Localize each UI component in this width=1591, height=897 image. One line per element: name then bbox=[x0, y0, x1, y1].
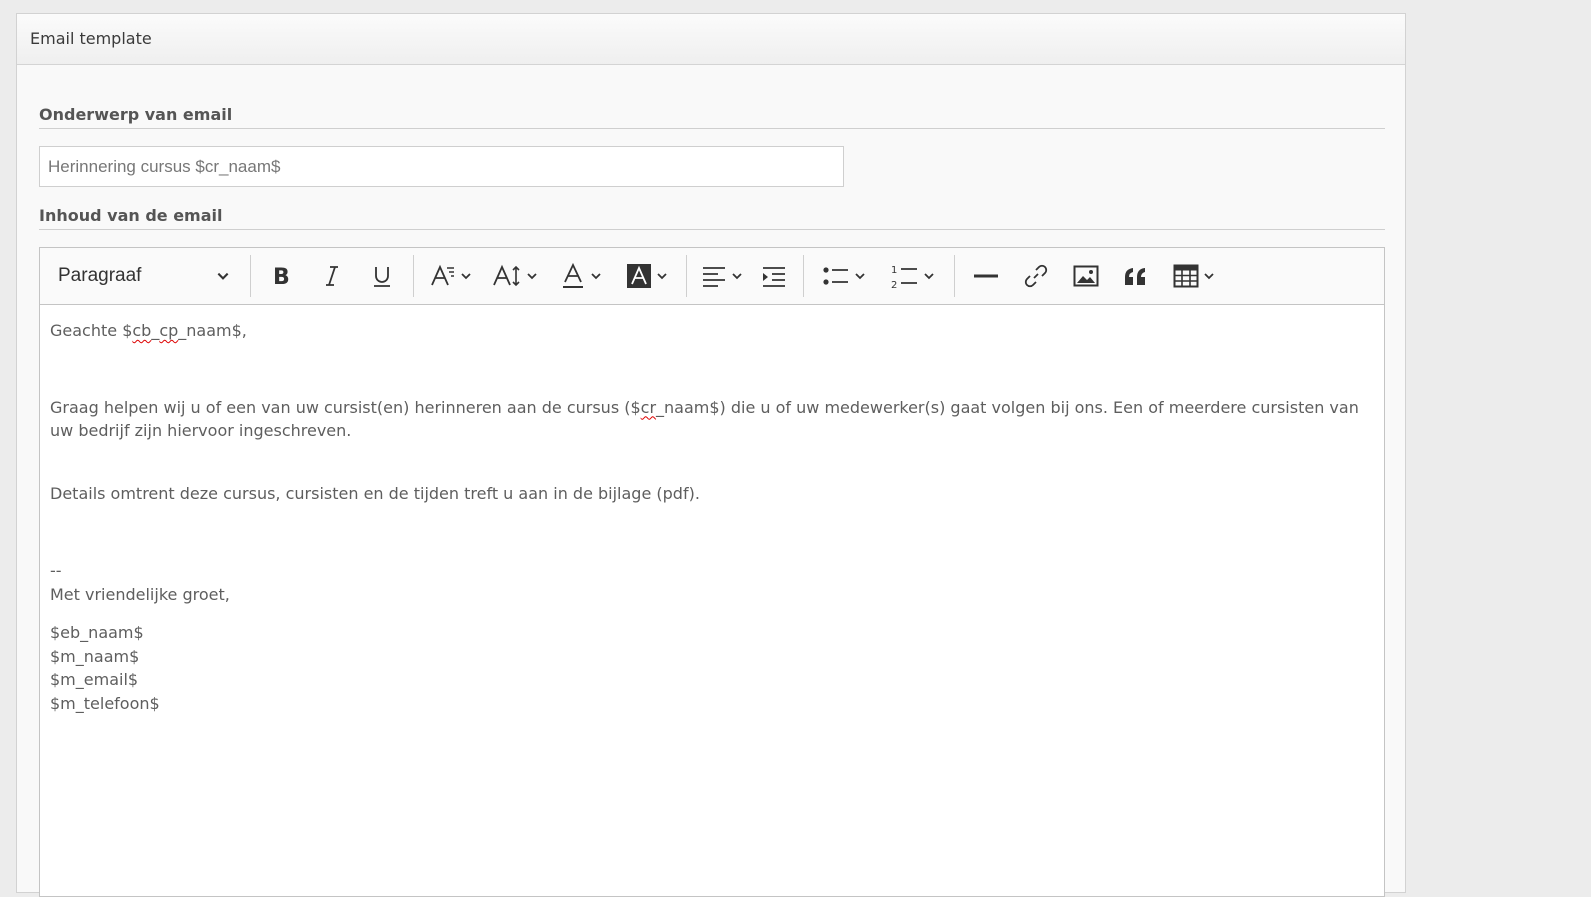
table-icon bbox=[1173, 264, 1199, 288]
indent-icon bbox=[763, 267, 785, 287]
bold-button[interactable]: B bbox=[257, 256, 307, 296]
underline-button[interactable] bbox=[357, 256, 407, 296]
font-size-dropdown[interactable] bbox=[420, 256, 482, 296]
bulleted-list-icon bbox=[823, 267, 848, 285]
editor-toolbar: Paragraaf B 1 2 bbox=[40, 248, 1384, 305]
body-paragraph: Graag helpen wij u of een van uw cursist… bbox=[50, 397, 1359, 441]
quote-icon bbox=[1125, 268, 1145, 285]
spelling-error: cp bbox=[159, 321, 179, 340]
font-size-icon bbox=[431, 264, 454, 286]
email-template-panel: Email template Onderwerp van email Inhou… bbox=[16, 13, 1406, 897]
body-label: Inhoud van de email bbox=[39, 206, 1385, 230]
italic-icon bbox=[326, 266, 338, 286]
toolbar-separator bbox=[250, 255, 251, 297]
line-height-dropdown[interactable] bbox=[482, 256, 548, 296]
chevron-down-icon bbox=[527, 273, 537, 280]
chevron-down-icon bbox=[924, 273, 934, 280]
toolbar-separator bbox=[803, 255, 804, 297]
panel-title: Email template bbox=[17, 14, 1405, 65]
body-paragraph: Details omtrent deze cursus, cursisten e… bbox=[50, 483, 700, 503]
line-height-icon bbox=[493, 264, 520, 287]
svg-text:1: 1 bbox=[891, 265, 897, 276]
indent-button[interactable] bbox=[751, 256, 797, 296]
image-button[interactable] bbox=[1061, 256, 1111, 296]
chevron-down-icon bbox=[657, 273, 667, 280]
numbered-list-dropdown[interactable]: 12 bbox=[878, 256, 948, 296]
editor-content[interactable]: Geachte $cb_cp_naam$, Graag helpen wij u… bbox=[40, 305, 1384, 729]
paragraph-style-dropdown[interactable]: Paragraaf bbox=[44, 256, 244, 296]
subject-input[interactable] bbox=[39, 146, 844, 187]
bulleted-list-dropdown[interactable] bbox=[810, 256, 878, 296]
spelling-error: cb bbox=[132, 321, 152, 340]
svg-text:2: 2 bbox=[891, 280, 897, 289]
signature-line: $m_telefoon$ bbox=[50, 693, 160, 713]
rich-text-editor: Paragraaf B 1 2 Geachte $cb_cp_naam$, Gr… bbox=[39, 247, 1385, 897]
align-left-icon bbox=[703, 267, 725, 287]
svg-text:B: B bbox=[273, 265, 290, 288]
chevron-down-icon bbox=[591, 273, 601, 280]
greeting-line: Geachte $cb_cp_naam$, bbox=[50, 321, 247, 340]
bold-icon: B bbox=[273, 265, 290, 288]
table-dropdown[interactable] bbox=[1161, 256, 1227, 296]
background-color-icon bbox=[627, 264, 651, 288]
spelling-error: cr bbox=[640, 397, 657, 417]
toolbar-separator bbox=[686, 255, 687, 297]
chevron-down-icon bbox=[461, 273, 471, 280]
block-quote-button[interactable] bbox=[1111, 256, 1161, 296]
paragraph-style-label: Paragraaf bbox=[58, 265, 142, 286]
chevron-down-icon bbox=[1204, 273, 1214, 280]
horizontal-line-icon bbox=[974, 274, 998, 278]
font-color-dropdown[interactable] bbox=[548, 256, 614, 296]
toolbar-separator bbox=[413, 255, 414, 297]
closing-line: Met vriendelijke groet, bbox=[50, 584, 230, 604]
chevron-down-icon bbox=[217, 272, 229, 280]
font-color-icon bbox=[563, 263, 583, 288]
signature-line: $eb_naam$ bbox=[50, 623, 144, 642]
link-button[interactable] bbox=[1011, 256, 1061, 296]
signature-line: $m_naam$ bbox=[50, 646, 140, 666]
alignment-dropdown[interactable] bbox=[693, 256, 751, 296]
subject-label: Onderwerp van email bbox=[39, 105, 1385, 129]
image-icon bbox=[1073, 265, 1099, 287]
chevron-down-icon bbox=[732, 273, 742, 280]
signature-dashes: -- bbox=[50, 561, 62, 580]
signature-line: $m_email$ bbox=[50, 670, 139, 689]
italic-button[interactable] bbox=[307, 256, 357, 296]
toolbar-separator bbox=[954, 255, 955, 297]
link-icon bbox=[1024, 264, 1048, 288]
background-color-dropdown[interactable] bbox=[614, 256, 680, 296]
numbered-list-icon: 12 bbox=[891, 265, 917, 289]
chevron-down-icon bbox=[855, 273, 865, 280]
horizontal-line-button[interactable] bbox=[961, 256, 1011, 296]
underline-icon bbox=[374, 267, 390, 287]
